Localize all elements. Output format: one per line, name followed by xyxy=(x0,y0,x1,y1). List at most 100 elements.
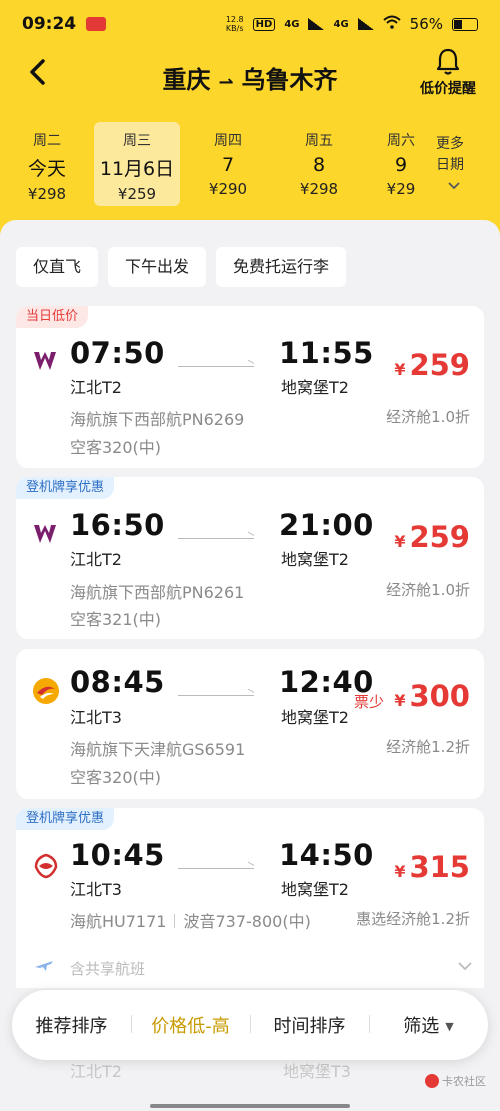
departure-terminal: 江北T2 xyxy=(70,378,122,397)
route-arrow-icon: ⇀ xyxy=(218,72,234,93)
bell-icon xyxy=(416,48,480,78)
battery-icon xyxy=(452,17,478,31)
origin-city: 重庆 xyxy=(162,66,211,94)
flight-price: ¥259 xyxy=(394,348,470,382)
cabin-discount: 惠选经济舱1.2折 xyxy=(356,910,470,928)
caret-down-icon: ▼ xyxy=(445,1020,454,1033)
departure-time: 10:45 xyxy=(70,838,165,872)
departure-terminal: 江北T3 xyxy=(70,708,122,727)
signal-4g-label-2: 4G xyxy=(333,18,349,30)
promo-tag: 登机牌享优惠 xyxy=(16,808,115,830)
route-header: 重庆 ⇀ 乌鲁木齐 低价提醒 xyxy=(0,48,500,108)
partial-arrival-terminal: 地窝堡T3 xyxy=(283,1062,351,1081)
cabin-discount: 经济舱1.0折 xyxy=(386,581,470,599)
date-day: 7 xyxy=(221,154,235,176)
flight-arrow xyxy=(178,695,254,696)
price-alert-button[interactable]: 低价提醒 xyxy=(416,48,480,98)
west-air-logo-icon xyxy=(32,521,58,547)
signal-icon-2 xyxy=(357,18,374,30)
arrival-terminal: 地窝堡T2 xyxy=(281,880,349,899)
arrival-time: 21:00 xyxy=(279,508,374,542)
flight-arrow xyxy=(178,538,254,539)
aircraft-type: 空客320(中) xyxy=(70,768,162,787)
status-time: 09:24 xyxy=(22,14,77,34)
more-dates-label: 更多 xyxy=(436,136,464,152)
date-price: ¥29 xyxy=(386,180,416,198)
arrival-time: 11:55 xyxy=(279,336,374,370)
filter-button[interactable]: 筛选 ▼ xyxy=(369,1012,488,1038)
status-icons: 12.8 KB/s HD 4G 4G 56% xyxy=(226,15,478,33)
airline-flight-number: 海航HU7171 波音737-800(中) xyxy=(70,912,311,931)
departure-terminal: 江北T2 xyxy=(70,550,122,569)
filter-afternoon[interactable]: 下午出发 xyxy=(108,247,207,287)
more-dates-label-2: 日期 xyxy=(436,157,464,173)
airline-flight-number: 海航旗下西部航PN6269 xyxy=(70,410,245,429)
promo-tag: 当日低价 xyxy=(16,306,89,328)
status-bar: 09:24 12.8 KB/s HD 4G 4G 56% xyxy=(0,0,500,48)
codeshare-toggle[interactable]: 含共享航班 xyxy=(32,947,472,987)
date-price: ¥290 xyxy=(208,180,248,198)
promo-tag: 登机牌享优惠 xyxy=(16,477,115,499)
date-item-selected[interactable]: 周三 11月6日 ¥259 xyxy=(94,122,180,206)
arrival-terminal: 地窝堡T2 xyxy=(281,378,349,397)
sort-bar: 推荐排序 价格低-高 时间排序 筛选 ▼ xyxy=(12,990,488,1060)
flight-price: ¥300 xyxy=(394,679,470,713)
low-stock-badge: 票少 xyxy=(353,693,384,711)
aircraft-type: 空客320(中) xyxy=(70,438,162,457)
hd-icon: HD xyxy=(252,17,276,31)
date-price: ¥259 xyxy=(117,185,157,203)
date-price: ¥298 xyxy=(299,180,339,198)
date-item[interactable]: 周五 8 ¥298 xyxy=(276,122,362,206)
flight-price: ¥259 xyxy=(394,520,470,554)
signal-icon xyxy=(308,18,325,30)
date-day: 8 xyxy=(312,154,326,176)
departure-time: 07:50 xyxy=(70,336,165,370)
hainan-airlines-logo-icon xyxy=(32,852,60,880)
airline-flight-number: 海航旗下天津航GS6591 xyxy=(70,740,246,759)
home-indicator[interactable] xyxy=(150,1104,350,1108)
flight-card[interactable]: 登机牌享优惠 16:50 21:00 ¥259 江北T2 地窝堡T2 海航旗下西… xyxy=(16,477,484,639)
chevron-down-icon xyxy=(448,176,486,197)
date-price: ¥298 xyxy=(27,185,67,203)
date-item[interactable]: 周四 7 ¥290 xyxy=(185,122,271,206)
date-day: 11月6日 xyxy=(99,158,175,180)
flight-card[interactable]: 当日低价 07:50 11:55 ¥259 江北T2 地窝堡T2 海航旗下西部航… xyxy=(16,306,484,468)
more-dates-button[interactable]: 更多 日期 xyxy=(436,134,486,197)
filter-label: 筛选 xyxy=(403,1016,440,1037)
sort-recommend-button[interactable]: 推荐排序 xyxy=(12,1012,131,1038)
flight-arrow xyxy=(178,366,254,367)
airline-flight-number: 海航旗下西部航PN6261 xyxy=(70,583,245,602)
date-weekday: 周六 xyxy=(387,133,415,149)
arrival-time: 14:50 xyxy=(279,838,374,872)
codeshare-label: 含共享航班 xyxy=(70,960,146,978)
date-weekday: 周四 xyxy=(214,133,242,149)
plane-icon xyxy=(34,957,54,977)
departure-time: 08:45 xyxy=(70,665,165,699)
notification-app-icon xyxy=(86,17,107,31)
departure-terminal: 江北T3 xyxy=(70,880,122,899)
arrival-terminal: 地窝堡T2 xyxy=(281,708,349,727)
sort-time-button[interactable]: 时间排序 xyxy=(250,1012,369,1038)
watermark: 卡农社区 xyxy=(425,1073,486,1089)
date-item[interactable]: 周二 今天 ¥298 xyxy=(4,122,90,206)
cabin-discount: 经济舱1.0折 xyxy=(386,408,470,426)
date-day: 今天 xyxy=(27,158,66,180)
date-weekday: 周三 xyxy=(123,133,151,149)
arrival-terminal: 地窝堡T2 xyxy=(281,550,349,569)
quick-filters: 仅直飞 下午出发 免费托运行李 xyxy=(16,247,347,287)
price-alert-label: 低价提醒 xyxy=(420,81,476,97)
date-weekday: 周五 xyxy=(305,133,333,149)
sort-price-button[interactable]: 价格低-高 xyxy=(131,1012,250,1038)
filter-direct-only[interactable]: 仅直飞 xyxy=(16,247,99,287)
destination-city: 乌鲁木齐 xyxy=(241,66,338,94)
battery-percent: 56% xyxy=(409,15,443,33)
departure-time: 16:50 xyxy=(70,508,165,542)
watermark-text: 卡农社区 xyxy=(442,1075,486,1088)
date-item[interactable]: 周六 9 ¥29 xyxy=(366,122,436,206)
west-air-logo-icon xyxy=(32,348,58,374)
date-weekday: 周二 xyxy=(33,133,61,149)
signal-4g-label: 4G xyxy=(284,18,300,30)
flight-card[interactable]: 08:45 12:40 票少 ¥300 江北T3 地窝堡T2 海航旗下天津航GS… xyxy=(16,649,484,799)
date-selector: 周二 今天 ¥298 周三 11月6日 ¥259 周四 7 ¥290 周五 8 … xyxy=(0,122,500,208)
filter-free-baggage[interactable]: 免费托运行李 xyxy=(216,247,347,287)
